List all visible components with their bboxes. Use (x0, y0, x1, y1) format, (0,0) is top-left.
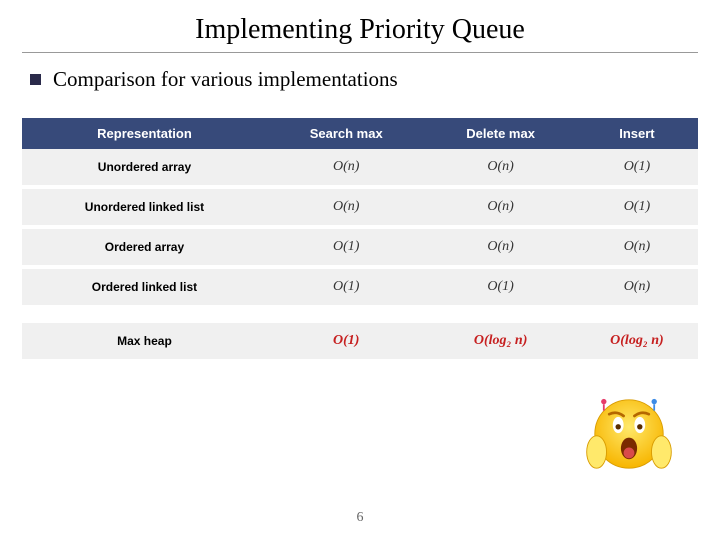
rep-cell: Unordered linked list (22, 187, 267, 227)
table-row-highlight: Max heap O(1) O(log₂ n) O(log₂ n) (22, 323, 698, 361)
rep-cell: Max heap (22, 323, 267, 361)
surprised-face-icon (584, 389, 674, 484)
rep-cell: Unordered array (22, 149, 267, 187)
search-cell: O(n) (267, 187, 426, 227)
table-header-row: Representation Search max Delete max Ins… (22, 118, 698, 149)
delete-cell: O(1) (425, 267, 575, 307)
table-separator (22, 307, 698, 323)
rep-cell: Ordered linked list (22, 267, 267, 307)
search-cell: O(1) (267, 227, 426, 267)
th-delete-max: Delete max (425, 118, 575, 149)
divider (22, 52, 698, 53)
insert-cell: O(n) (576, 227, 698, 267)
delete-cell: O(n) (425, 149, 575, 187)
insert-cell: O(n) (576, 267, 698, 307)
insert-cell: O(1) (576, 149, 698, 187)
search-cell: O(n) (267, 149, 426, 187)
search-cell: O(1) (267, 323, 426, 361)
th-representation: Representation (22, 118, 267, 149)
bullet-icon (30, 74, 41, 85)
th-insert: Insert (576, 118, 698, 149)
table-row: Unordered array O(n) O(n) O(1) (22, 149, 698, 187)
bullet-text: Comparison for various implementations (53, 67, 398, 92)
delete-cell: O(log₂ n) (425, 323, 575, 361)
insert-cell: O(log₂ n) (576, 323, 698, 361)
table-row: Unordered linked list O(n) O(n) O(1) (22, 187, 698, 227)
bullet-line: Comparison for various implementations (0, 67, 720, 92)
comparison-table-wrap: Representation Search max Delete max Ins… (0, 92, 720, 363)
page-number: 6 (0, 510, 720, 526)
table-row: Ordered linked list O(1) O(1) O(n) (22, 267, 698, 307)
th-search-max: Search max (267, 118, 426, 149)
delete-cell: O(n) (425, 227, 575, 267)
table-row: Ordered array O(1) O(n) O(n) (22, 227, 698, 267)
rep-cell: Ordered array (22, 227, 267, 267)
search-cell: O(1) (267, 267, 426, 307)
insert-cell: O(1) (576, 187, 698, 227)
delete-cell: O(n) (425, 187, 575, 227)
comparison-table: Representation Search max Delete max Ins… (22, 118, 698, 363)
slide-title: Implementing Priority Queue (0, 0, 720, 52)
